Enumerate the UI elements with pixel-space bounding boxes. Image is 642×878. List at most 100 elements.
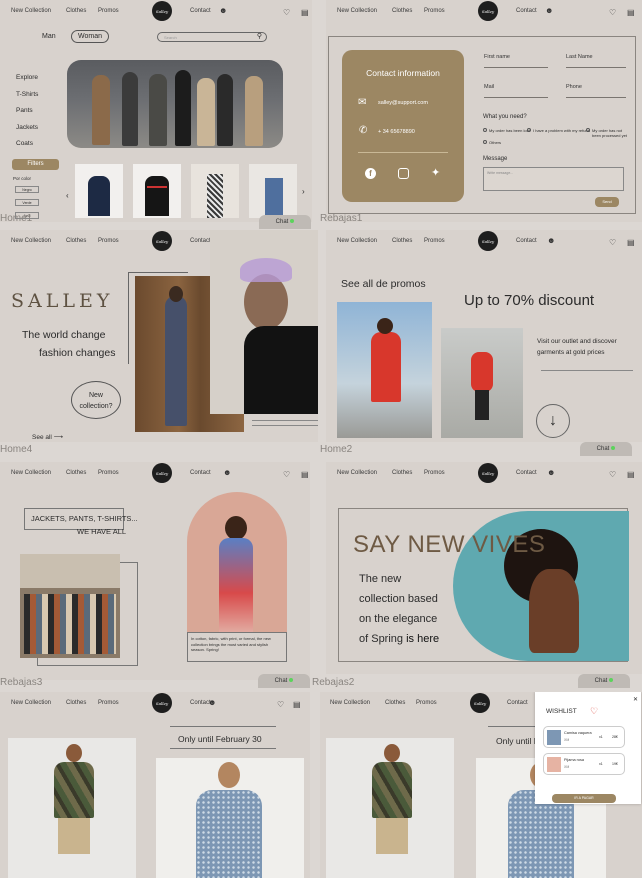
new-collection-bubble[interactable]: New collection? [71, 381, 121, 419]
bag-icon[interactable]: ▤ [293, 700, 301, 709]
nav-new-collection[interactable]: New Collection [11, 470, 51, 476]
heart-icon[interactable]: ♡ [283, 8, 290, 17]
nav-clothes[interactable]: Clothes [66, 238, 86, 244]
last-name-field[interactable]: Last Name [566, 54, 626, 68]
sidebar-item-jackets[interactable]: Jackets [16, 120, 38, 137]
heart-icon[interactable]: ♡ [609, 470, 616, 479]
nav-new-collection[interactable]: New Collection [337, 238, 377, 244]
logo[interactable]: Salley [152, 1, 172, 21]
instagram-icon[interactable] [398, 168, 409, 179]
logo[interactable]: Salley [478, 1, 498, 21]
checkout-button[interactable]: Ir a pagar [552, 794, 616, 803]
close-icon[interactable]: ✕ [633, 696, 638, 703]
nav-promos[interactable]: Promos [98, 470, 119, 476]
heart-icon[interactable]: ♡ [609, 238, 616, 247]
nav-contact[interactable]: Contact [190, 8, 211, 14]
bag-icon[interactable]: ▤ [627, 8, 635, 17]
user-icon[interactable]: ☻ [545, 6, 553, 15]
sidebar-item-explore[interactable]: Explore [16, 70, 38, 87]
nav-clothes[interactable]: Clothes [66, 470, 86, 476]
item-qty[interactable]: x1 [599, 735, 603, 739]
sidebar-item-pants[interactable]: Pants [16, 103, 38, 120]
chat-button[interactable]: Chat [578, 674, 630, 688]
logo[interactable]: Salley [470, 693, 490, 713]
nav-promos[interactable]: Promos [424, 470, 445, 476]
mail-field[interactable]: Mail [484, 84, 548, 98]
chat-button[interactable]: Chat [259, 215, 311, 229]
phone-field[interactable]: Phone [566, 84, 626, 98]
filters-button[interactable]: Filters [12, 159, 59, 170]
search-icon[interactable]: ⚲ [257, 32, 262, 40]
nav-clothes[interactable]: Clothes [392, 238, 412, 244]
carousel-prev-icon[interactable]: ‹ [66, 191, 69, 200]
message-textarea[interactable]: Write message... [483, 167, 624, 191]
option-radio-4[interactable] [483, 140, 487, 144]
logo[interactable]: Salley [478, 231, 498, 251]
contact-email[interactable]: salley@support.com [378, 100, 428, 106]
wishlist-item[interactable]: Pijama rosa XM x1 19€ [543, 753, 625, 775]
option-radio-1[interactable] [483, 128, 487, 132]
contact-phone[interactable]: + 34 65678890 [378, 129, 415, 135]
nav-promos[interactable]: Promos [98, 8, 119, 14]
product-photo-4[interactable] [249, 164, 297, 218]
see-all-link[interactable]: See all ⟶ [32, 433, 63, 441]
color-option-negro[interactable]: Negro [15, 186, 39, 193]
heart-icon[interactable]: ♡ [590, 706, 598, 717]
arrow-down-icon[interactable]: ↓ [536, 404, 570, 438]
user-icon[interactable]: ☻ [547, 468, 555, 477]
user-icon[interactable]: ☻ [223, 468, 231, 477]
item-qty[interactable]: x1 [599, 762, 603, 766]
nav-clothes[interactable]: Clothes [392, 470, 412, 476]
bag-icon[interactable]: ▤ [301, 470, 309, 479]
product-photo-2[interactable] [133, 164, 181, 218]
nav-promos[interactable]: Promos [416, 700, 437, 706]
heart-icon[interactable]: ♡ [277, 700, 284, 709]
user-icon[interactable]: ☻ [208, 698, 216, 707]
chat-button[interactable]: Chat [258, 674, 310, 688]
logo[interactable]: Salley [152, 231, 172, 251]
product-photo-1[interactable] [75, 164, 123, 218]
tab-man[interactable]: Man [42, 33, 56, 40]
bag-icon[interactable]: ▤ [301, 8, 309, 17]
option-radio-2[interactable] [527, 128, 531, 132]
nav-clothes[interactable]: Clothes [392, 8, 412, 14]
search-input[interactable]: Search ⚲ [157, 32, 267, 42]
facebook-icon[interactable]: f [365, 168, 376, 179]
nav-contact[interactable]: Contact [190, 470, 211, 476]
bag-icon[interactable]: ▤ [627, 470, 635, 479]
nav-clothes[interactable]: Clothes [385, 700, 405, 706]
heart-icon[interactable]: ♡ [609, 8, 616, 17]
nav-new-collection[interactable]: New Collection [11, 238, 51, 244]
nav-contact[interactable]: Contact [190, 238, 211, 244]
product-photo-3[interactable] [191, 164, 239, 218]
option-radio-3[interactable] [586, 128, 590, 132]
nav-promos[interactable]: Promos [424, 8, 445, 14]
nav-new-collection[interactable]: New Collection [11, 8, 51, 14]
bag-icon[interactable]: ▤ [627, 238, 635, 247]
wishlist-item[interactable]: Camisa vaquera XM x1 28€ [543, 726, 625, 748]
nav-new-collection[interactable]: New Collection [337, 470, 377, 476]
send-button[interactable]: Send [595, 197, 619, 207]
color-option-verde[interactable]: Verde [15, 199, 39, 206]
twitter-icon[interactable]: ✦ [431, 166, 440, 179]
sidebar-item-tshirts[interactable]: T-Shirts [16, 87, 38, 104]
tab-woman[interactable]: Woman [71, 30, 109, 43]
nav-new-collection[interactable]: New Collection [337, 8, 377, 14]
nav-contact[interactable]: Contact [507, 700, 528, 706]
user-icon[interactable]: ☻ [219, 6, 227, 15]
logo[interactable]: Salley [478, 463, 498, 483]
nav-contact[interactable]: Contact [516, 238, 537, 244]
nav-contact[interactable]: Contact [516, 470, 537, 476]
nav-new-collection[interactable]: New Collection [11, 700, 51, 706]
nav-promos[interactable]: Promos [98, 238, 119, 244]
user-icon[interactable]: ☻ [547, 236, 555, 245]
nav-new-collection[interactable]: New Collection [330, 700, 370, 706]
nav-promos[interactable]: Promos [98, 700, 119, 706]
carousel-next-icon[interactable]: › [302, 187, 305, 196]
nav-clothes[interactable]: Clothes [66, 8, 86, 14]
nav-promos[interactable]: Promos [424, 238, 445, 244]
logo[interactable]: Salley [152, 693, 172, 713]
nav-contact[interactable]: Contact [516, 8, 537, 14]
heart-icon[interactable]: ♡ [283, 470, 290, 479]
chat-button[interactable]: Chat [580, 442, 632, 456]
